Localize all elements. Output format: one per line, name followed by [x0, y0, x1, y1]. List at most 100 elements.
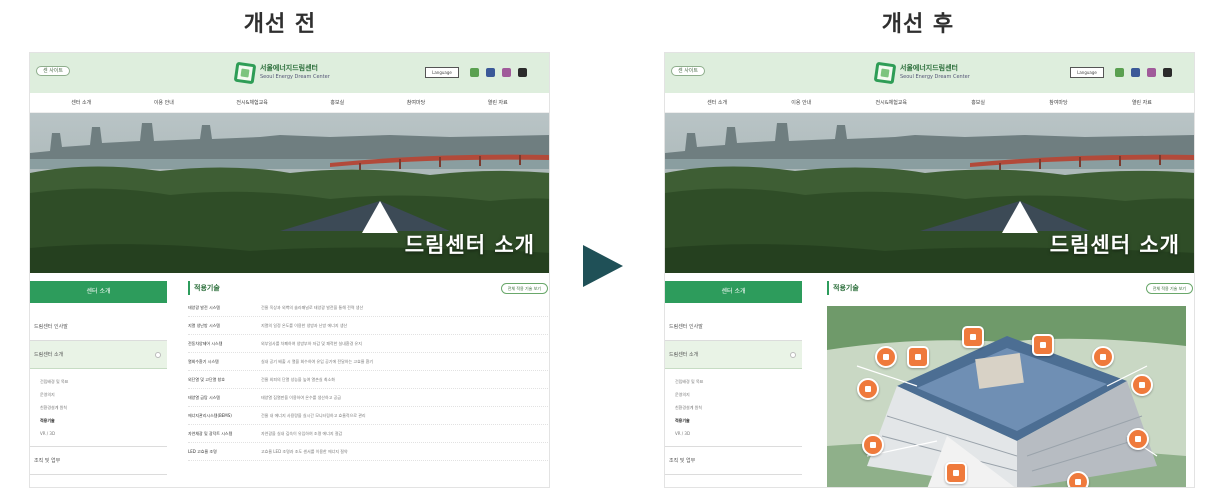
tech-desc: 고효율 LED 조명과 조도 센서를 이용한 에너지 절약	[261, 448, 348, 454]
nav-item[interactable]: 전시&체험교육	[876, 99, 908, 106]
instagram-icon[interactable]	[1147, 68, 1156, 77]
language-button[interactable]: Language	[1070, 67, 1104, 78]
side-nav-item-greeting[interactable]: 드림센터 인사말	[30, 313, 167, 341]
nav-item[interactable]: 이용 안내	[154, 99, 174, 106]
after-screenshot: 센 사이트 서울에너지드림센터 Seoul Energy Dream Cente…	[664, 52, 1195, 488]
mail-badge-icon[interactable]	[1032, 334, 1054, 356]
site-header: 센 사이트 서울에너지드림센터 Seoul Energy Dream Cente…	[665, 53, 1194, 93]
main-nav: 센터 소개 이용 안내 전시&체험교육 홍보실 참여마당 열린 자료	[30, 93, 549, 113]
nav-item[interactable]: 참여마당	[407, 99, 425, 106]
nav-item[interactable]: 열린 자료	[488, 99, 508, 106]
nav-item[interactable]: 이용 안내	[791, 99, 811, 106]
panel-badge-icon[interactable]	[907, 346, 929, 368]
light-badge-icon[interactable]	[945, 462, 967, 484]
youtube-icon[interactable]	[1163, 68, 1172, 77]
side-nav-title: 센터 소개	[30, 281, 167, 303]
heat-badge-icon[interactable]	[1127, 428, 1149, 450]
nav-item[interactable]: 홍보실	[330, 99, 344, 106]
chevron-down-icon[interactable]	[790, 352, 796, 358]
submenu-item[interactable]: VR / 3D	[40, 427, 167, 440]
energy-badge-icon[interactable]	[1067, 471, 1089, 487]
nav-item[interactable]: 홍보실	[971, 99, 985, 106]
content-area: 적용기술 전체 적용 기술 보기	[827, 281, 1193, 295]
before-heading: 개선 전	[243, 12, 317, 37]
building-illustration	[827, 306, 1186, 487]
blog-icon[interactable]	[1115, 68, 1124, 77]
section-title: 적용기술	[188, 281, 548, 295]
nav-item[interactable]: 열린 자료	[1132, 99, 1152, 106]
top-link[interactable]: 센 사이트	[671, 66, 705, 76]
view-all-button[interactable]: 전체 적용 기술 보기	[1145, 283, 1193, 294]
side-nav: 센터 소개 드림센터 인사말 드림센터 소개 건립배경 및 목표 운영의지 친환…	[665, 281, 802, 475]
blog-icon[interactable]	[470, 68, 479, 77]
main-nav: 센터 소개 이용 안내 전시&체험교육 홍보실 참여마당 열린 자료	[665, 93, 1194, 113]
submenu-item[interactable]: 운영의지	[40, 388, 167, 401]
site-logo[interactable]: 서울에너지드림센터 Seoul Energy Dream Center	[873, 59, 970, 87]
leaf-badge-icon[interactable]	[1131, 374, 1153, 396]
side-nav: 센터 소개 드림센터 인사말 드림센터 소개 건립배경 및 목표 운영의지 친환…	[30, 281, 167, 475]
side-nav-item-org[interactable]: 조직 및 업무	[30, 447, 167, 475]
language-button[interactable]: Language	[425, 67, 459, 78]
tech-name[interactable]: 전동차양제어 시스템	[188, 341, 261, 347]
wind-badge-icon[interactable]	[857, 378, 879, 400]
submenu-item[interactable]: 운영의지	[675, 388, 802, 401]
tech-list: 태양광 발전 시스템 건물 옥상과 외벽의 솔라패널로 태양광 발전을 통해 전력…	[188, 299, 548, 461]
tech-desc: 태양열 집열판을 이용하여 온수를 생산하고 공급	[261, 394, 341, 400]
submenu-item[interactable]: 친환경설계 원칙	[40, 401, 167, 414]
submenu-item[interactable]: VR / 3D	[675, 427, 802, 440]
tech-row: 지열 냉난방 시스템 지열의 일정 온도를 이용한 냉방과 난방 에너지 생산	[188, 317, 548, 335]
side-nav-item-greeting[interactable]: 드림센터 인사말	[665, 313, 802, 341]
sun-badge-icon[interactable]	[1092, 346, 1114, 368]
tech-name[interactable]: 외단열 및 고단열 창호	[188, 377, 261, 383]
tech-name[interactable]: 열회수환기 시스템	[188, 359, 261, 365]
logo-title: 서울에너지드림센터	[260, 64, 318, 72]
view-all-button[interactable]: 전체 적용 기술 보기	[500, 283, 548, 294]
logo-title: 서울에너지드림센터	[900, 64, 958, 72]
before-screenshot: 센 사이트 서울에너지드림센터 Seoul Energy Dream Cente…	[29, 52, 550, 488]
tech-row: 태양광 발전 시스템 건물 옥상과 외벽의 솔라패널로 태양광 발전을 통해 전력…	[188, 299, 548, 317]
solar-badge-icon[interactable]	[875, 346, 897, 368]
submenu-item[interactable]: 건립배경 및 목표	[675, 375, 802, 388]
tech-desc: 지열의 일정 온도를 이용한 냉방과 난방 에너지 생산	[261, 322, 348, 328]
right-triangle-arrow-icon	[583, 245, 623, 287]
tech-name[interactable]: 자연채광 및 광덕트 시스템	[188, 431, 261, 437]
logo-subtitle: Seoul Energy Dream Center	[900, 74, 970, 80]
nav-item[interactable]: 전시&체험교육	[236, 99, 268, 106]
submenu-item-active[interactable]: 적용기술	[675, 414, 802, 427]
side-nav-item-intro[interactable]: 드림센터 소개	[30, 341, 167, 369]
side-nav-item-org[interactable]: 조직 및 업무	[665, 447, 802, 475]
tech-name[interactable]: 지열 냉난방 시스템	[188, 323, 261, 329]
site-header: 센 사이트 서울에너지드림센터 Seoul Energy Dream Cente…	[30, 53, 549, 93]
chevron-down-icon[interactable]	[155, 352, 161, 358]
monitor-badge-icon[interactable]	[962, 326, 984, 348]
tech-name[interactable]: 태양열 급탕 시스템	[188, 395, 261, 401]
tech-desc: 건물 옥상과 외벽의 솔라패널로 태양광 발전을 통해 전력 생산	[261, 304, 364, 310]
tech-desc: 건물 외피의 단열 성능을 높여 열손실 최소화	[261, 376, 335, 382]
logo-icon	[233, 61, 257, 85]
top-link[interactable]: 센 사이트	[36, 66, 70, 76]
tech-name[interactable]: 태양광 발전 시스템	[188, 305, 261, 311]
tech-row: 에너지관리시스템(BEMS) 건물 내 에너지 사용량을 실시간 모니터링하고 효…	[188, 407, 548, 425]
submenu-item[interactable]: 친환경설계 원칙	[675, 401, 802, 414]
side-nav-submenu: 건립배경 및 목표 운영의지 친환경설계 원칙 적용기술 VR / 3D	[30, 369, 167, 447]
side-nav-item-intro[interactable]: 드림센터 소개	[665, 341, 802, 369]
youtube-icon[interactable]	[518, 68, 527, 77]
tech-row: LED 고효율 조명 고효율 LED 조명과 조도 센서를 이용한 에너지 절약	[188, 443, 548, 461]
facebook-icon[interactable]	[486, 68, 495, 77]
tech-desc: 건물 내 에너지 사용량을 실시간 모니터링하고 효율적으로 관리	[261, 412, 366, 418]
instagram-icon[interactable]	[502, 68, 511, 77]
hero-caption: 드림센터 소개	[404, 233, 535, 257]
logo-subtitle: Seoul Energy Dream Center	[260, 74, 330, 80]
submenu-item-active[interactable]: 적용기술	[40, 414, 167, 427]
nav-item[interactable]: 참여마당	[1049, 99, 1067, 106]
nav-item[interactable]: 센터 소개	[71, 99, 91, 106]
site-logo[interactable]: 서울에너지드림센터 Seoul Energy Dream Center	[233, 59, 330, 87]
content-area: 적용기술 전체 적용 기술 보기 태양광 발전 시스템 건물 옥상과 외벽의 솔라…	[188, 281, 548, 461]
tech-row: 열회수환기 시스템 실내 공기 배출 시 열을 회수하여 유입 공기에 전달하는 …	[188, 353, 548, 371]
tech-name[interactable]: 에너지관리시스템(BEMS)	[188, 413, 261, 419]
tech-name[interactable]: LED 고효율 조명	[188, 449, 261, 455]
water-badge-icon[interactable]	[862, 434, 884, 456]
submenu-item[interactable]: 건립배경 및 목표	[40, 375, 167, 388]
nav-item[interactable]: 센터 소개	[707, 99, 727, 106]
facebook-icon[interactable]	[1131, 68, 1140, 77]
